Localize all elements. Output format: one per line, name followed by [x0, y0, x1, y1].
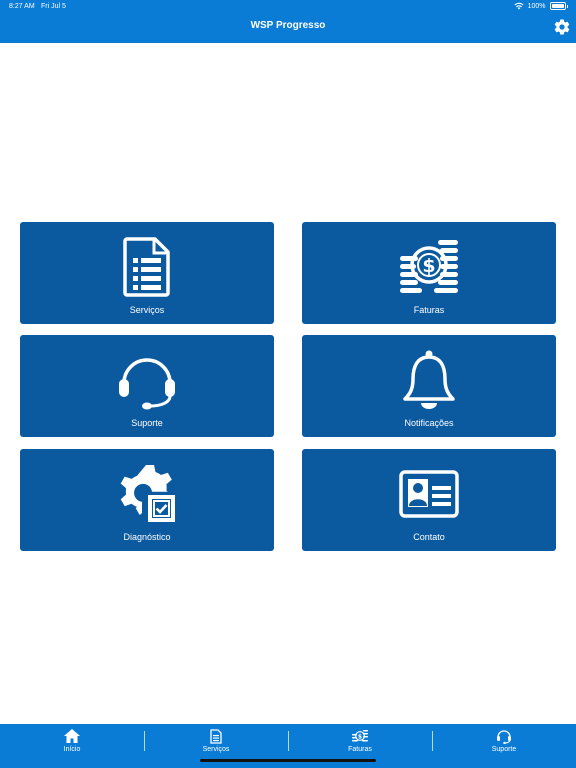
status-right: 100%: [514, 2, 568, 10]
battery-icon: [549, 2, 566, 10]
page-title: WSP Progresso: [250, 20, 326, 31]
icon-wrap: [20, 461, 274, 527]
battery-tip: [566, 4, 568, 8]
contact-card-icon: [399, 470, 459, 518]
headset-icon: [119, 358, 175, 410]
tile-contato[interactable]: Contato: [302, 449, 556, 551]
icon-wrap: [302, 461, 556, 527]
status-time: 8:27 AM: [9, 3, 35, 10]
tile-notificacoes[interactable]: Notificações: [302, 335, 556, 437]
home-icon: [64, 729, 80, 743]
tab-label: Início: [63, 746, 81, 753]
status-date: Fri Jul 5: [41, 3, 66, 10]
icon-wrap: $: [302, 234, 556, 300]
icon-wrap: [20, 234, 274, 300]
tile-diagnostico[interactable]: Diagnóstico: [20, 449, 274, 551]
document-icon: [210, 729, 222, 744]
gear-icon: [554, 19, 570, 35]
ticon-wrap: [0, 729, 144, 745]
tab-label: Serviços: [202, 746, 230, 753]
tile-suporte[interactable]: Suporte: [20, 335, 274, 437]
status-bar: 8:27 AM Fri Jul 5 100%: [0, 0, 576, 14]
gear-check-icon: [120, 465, 175, 522]
settings-button[interactable]: [551, 16, 573, 38]
battery-percent: 100%: [527, 2, 546, 10]
icon-wrap: [302, 347, 556, 413]
tile-label: Notificações: [404, 418, 454, 428]
tile-label: Diagnóstico: [123, 532, 171, 542]
app-header: 8:27 AM Fri Jul 5 100% WSP Progresso: [0, 0, 576, 43]
tab-label: Faturas: [348, 746, 372, 753]
tile-label: Contato: [413, 532, 445, 542]
document-list-icon: [123, 237, 170, 297]
bell-icon: [403, 350, 455, 409]
headset-icon: [497, 730, 511, 744]
tab-label: Suporte: [491, 746, 517, 753]
tile-label: Serviços: [129, 305, 165, 315]
coins-icon: $: [352, 730, 368, 742]
tile-servicos[interactable]: Serviços: [20, 222, 274, 324]
tile-faturas[interactable]: $ Faturas: [302, 222, 556, 324]
ticon-wrap: $: [288, 729, 432, 745]
svg-text:$: $: [358, 733, 362, 740]
ticon-wrap: [432, 729, 576, 745]
coins-dollar-icon: $: [400, 240, 458, 293]
ticon-wrap: [144, 729, 288, 745]
tile-label: Faturas: [413, 305, 445, 315]
icon-wrap: [20, 347, 274, 413]
svg-text:$: $: [422, 255, 435, 277]
tile-label: Suporte: [131, 418, 163, 428]
wifi-icon: [514, 2, 524, 10]
tab-suporte[interactable]: Suporte: [432, 724, 576, 768]
home-indicator: [200, 759, 376, 762]
tab-inicio[interactable]: Início: [0, 724, 144, 768]
